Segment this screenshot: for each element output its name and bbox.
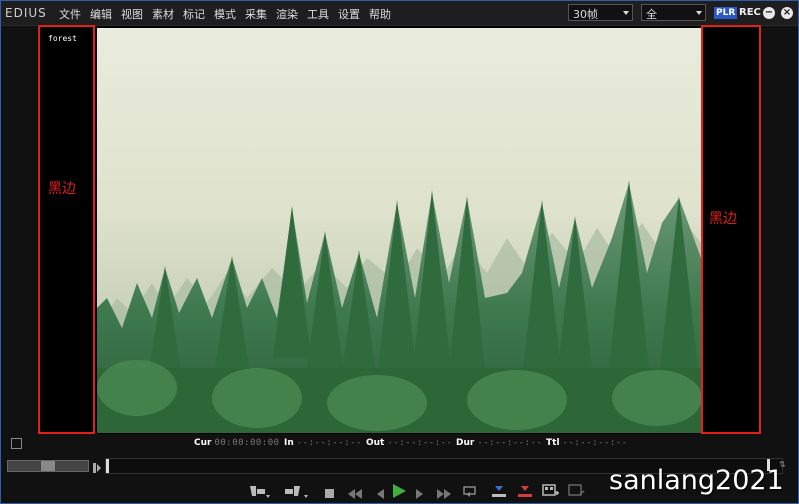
shuttle-knob[interactable] (41, 461, 55, 471)
timecode-ttl: Ttl --:--:--:-- (546, 438, 628, 448)
plr-button[interactable]: PLR (714, 7, 738, 19)
menu-edit[interactable]: 编辑 (90, 6, 112, 22)
out-label: Out (366, 438, 385, 448)
ttl-label: Ttl (546, 438, 560, 448)
view-mode-value: 全 (646, 8, 657, 21)
play-icon[interactable] (391, 483, 407, 503)
menu-tools[interactable]: 工具 (307, 6, 329, 22)
safe-area-icon[interactable] (11, 438, 22, 449)
timecode-dur: Dur --:--:--:-- (456, 438, 542, 448)
forest-video-frame (97, 28, 701, 433)
frame-rate-select[interactable]: 30帧 (568, 4, 633, 21)
loop-icon[interactable] (463, 484, 477, 503)
cur-label: Cur (194, 438, 212, 448)
player-window: EDIUS 文件 编辑 视图 素材 标记 模式 采集 渲染 工具 设置 帮助 3… (0, 0, 799, 504)
right-black-bar-annotation (701, 25, 761, 434)
cur-value: 00:00:00:00 (214, 438, 280, 448)
add-clip-icon[interactable] (542, 483, 560, 503)
title-bar: EDIUS 文件 编辑 视图 素材 标记 模式 采集 渲染 工具 设置 帮助 3… (1, 1, 798, 26)
ttl-value: --:--:--:-- (562, 438, 628, 448)
timecode-cur: Cur 00:00:00:00 (194, 438, 280, 448)
close-button[interactable]: × (781, 7, 793, 19)
playhead[interactable] (106, 459, 109, 473)
overwrite-to-timeline-icon[interactable] (517, 484, 533, 503)
menu-clip[interactable]: 素材 (152, 6, 174, 22)
app-logo: EDIUS (5, 6, 47, 20)
next-frame-icon[interactable] (415, 485, 425, 504)
in-value: --:--:--:-- (296, 438, 362, 448)
chevron-down-icon (623, 11, 629, 15)
menu-view[interactable]: 视图 (121, 6, 143, 22)
in-label: In (284, 438, 294, 448)
rec-button[interactable]: REC (739, 7, 761, 19)
dur-value: --:--:--:-- (477, 438, 543, 448)
fast-forward-icon[interactable] (436, 485, 452, 504)
menu-marker[interactable]: 标记 (183, 6, 205, 22)
menu-help[interactable]: 帮助 (369, 6, 391, 22)
watermark-text: sanlang2021 (609, 465, 784, 496)
shuttle-slider[interactable] (7, 460, 89, 472)
left-black-bar-annotation (38, 25, 95, 434)
view-mode-select[interactable]: 全 (641, 4, 706, 21)
previous-frame-icon[interactable] (376, 485, 386, 504)
dur-label: Dur (456, 438, 475, 448)
timecode-bar: Cur 00:00:00:00 In --:--:--:-- Out --:--:--… (1, 436, 798, 451)
minimize-button[interactable]: − (763, 7, 775, 19)
set-in-icon[interactable] (248, 484, 272, 504)
timecode-in: In --:--:--:-- (284, 438, 362, 448)
set-out-icon[interactable] (284, 484, 310, 504)
menu-file[interactable]: 文件 (59, 6, 81, 22)
frame-rate-value: 30帧 (573, 8, 598, 21)
menu-capture[interactable]: 采集 (245, 6, 267, 22)
menu-settings[interactable]: 设置 (338, 6, 360, 22)
timecode-out: Out --:--:--:-- (366, 438, 452, 448)
menu-bar: 文件 编辑 视图 素材 标记 模式 采集 渲染 工具 设置 帮助 (59, 6, 400, 22)
right-black-bar-label: 黑边 (709, 211, 737, 227)
menu-render[interactable]: 渲染 (276, 6, 298, 22)
insert-to-timeline-icon[interactable] (491, 484, 507, 503)
out-value: --:--:--:-- (387, 438, 453, 448)
menu-mode[interactable]: 模式 (214, 6, 236, 22)
export-clip-icon[interactable] (568, 483, 586, 503)
stop-icon[interactable] (324, 485, 336, 504)
playhead-jump-icon[interactable] (92, 459, 102, 473)
chevron-down-icon (696, 11, 702, 15)
rewind-icon[interactable] (347, 485, 363, 504)
left-black-bar-label: 黑边 (48, 181, 76, 197)
